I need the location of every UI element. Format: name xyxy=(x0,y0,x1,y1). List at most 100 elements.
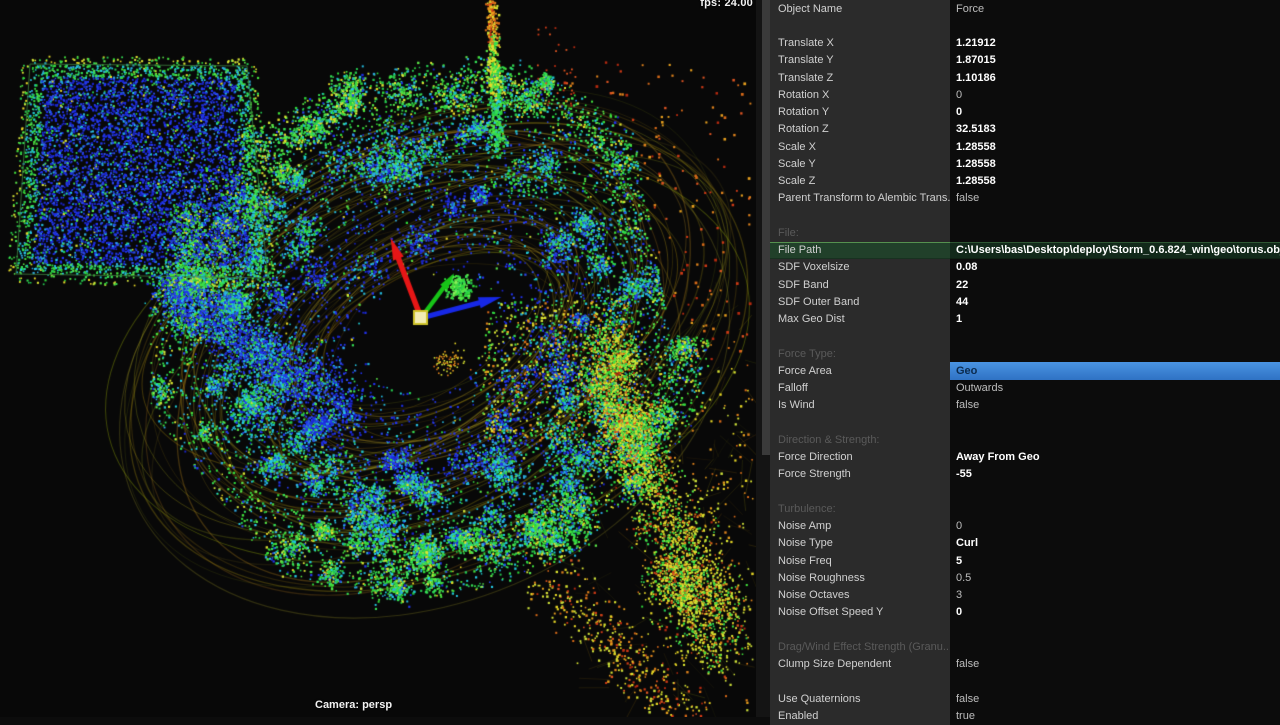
property-row: Scale X 1.28558 xyxy=(770,138,1280,155)
property-row: Rotation Z 32.5183 xyxy=(770,121,1280,138)
property-value[interactable]: -55 xyxy=(950,466,1280,483)
property-label: Noise Offset Speed Y xyxy=(770,604,950,621)
property-value[interactable]: 0 xyxy=(950,518,1280,535)
property-value[interactable]: 1.28558 xyxy=(950,138,1280,155)
property-label: Direction & Strength: xyxy=(770,431,950,448)
property-label: SDF Voxelsize xyxy=(770,259,950,276)
property-label: Falloff xyxy=(770,380,950,397)
property-label: Use Quaternions xyxy=(770,690,950,707)
property-row: Clump Size Dependent false xyxy=(770,656,1280,673)
property-value[interactable]: 22 xyxy=(950,276,1280,293)
property-row xyxy=(770,414,1280,431)
property-label: Force Type: xyxy=(770,345,950,362)
property-label: Rotation Y xyxy=(770,104,950,121)
property-label: Drag/Wind Effect Strength (Granu... xyxy=(770,638,950,655)
property-value[interactable]: 5 xyxy=(950,552,1280,569)
property-value[interactable]: false xyxy=(950,690,1280,707)
property-label: Object Name xyxy=(770,0,950,17)
property-value[interactable] xyxy=(950,500,1280,517)
property-label xyxy=(770,328,950,345)
property-row: Noise Type Curl xyxy=(770,535,1280,552)
property-label: Rotation X xyxy=(770,86,950,103)
property-value[interactable]: false xyxy=(950,190,1280,207)
property-label: Scale X xyxy=(770,138,950,155)
property-label: Noise Freq xyxy=(770,552,950,569)
property-row xyxy=(770,483,1280,500)
property-row: Rotation Y 0 xyxy=(770,104,1280,121)
property-row xyxy=(770,17,1280,34)
property-value[interactable]: false xyxy=(950,397,1280,414)
property-row: Turbulence: xyxy=(770,500,1280,517)
particle-simulation-canvas[interactable] xyxy=(0,0,756,717)
property-row: Force Strength -55 xyxy=(770,466,1280,483)
property-row: Scale Y 1.28558 xyxy=(770,155,1280,172)
property-value[interactable]: 0.5 xyxy=(950,569,1280,586)
property-value[interactable]: 44 xyxy=(950,293,1280,310)
property-value[interactable] xyxy=(950,17,1280,34)
property-value[interactable] xyxy=(950,328,1280,345)
property-value[interactable]: 1.87015 xyxy=(950,52,1280,69)
property-value[interactable] xyxy=(950,638,1280,655)
property-value[interactable]: Curl xyxy=(950,535,1280,552)
property-row: Translate Z 1.10186 xyxy=(770,69,1280,86)
property-value[interactable]: 1.28558 xyxy=(950,155,1280,172)
property-row: SDF Outer Band 44 xyxy=(770,293,1280,310)
property-value[interactable] xyxy=(950,483,1280,500)
property-row: Force Direction Away From Geo xyxy=(770,449,1280,466)
property-value[interactable]: 32.5183 xyxy=(950,121,1280,138)
property-row: Direction & Strength: xyxy=(770,431,1280,448)
3d-viewport[interactable]: fps: 24.00 Camera: persp xyxy=(0,0,756,717)
property-row xyxy=(770,328,1280,345)
property-row: Noise Roughness 0.5 xyxy=(770,569,1280,586)
property-value[interactable]: C:\Users\bas\Desktop\deploy\Storm_0.6.82… xyxy=(950,242,1280,259)
property-value[interactable]: Geo xyxy=(950,362,1280,379)
property-value[interactable] xyxy=(950,224,1280,241)
property-value[interactable]: 3 xyxy=(950,587,1280,604)
property-value[interactable] xyxy=(950,621,1280,638)
property-label xyxy=(770,207,950,224)
property-value[interactable] xyxy=(950,414,1280,431)
property-value[interactable]: 1 xyxy=(950,311,1280,328)
property-label: Noise Amp xyxy=(770,518,950,535)
property-value[interactable]: 0 xyxy=(950,604,1280,621)
property-row xyxy=(770,673,1280,690)
property-row: Noise Amp 0 xyxy=(770,518,1280,535)
property-label: Rotation Z xyxy=(770,121,950,138)
property-label: Scale Z xyxy=(770,173,950,190)
panel-scrollbar-thumb[interactable] xyxy=(762,0,770,455)
property-value[interactable] xyxy=(950,431,1280,448)
property-value[interactable] xyxy=(950,345,1280,362)
property-value[interactable]: true xyxy=(950,707,1280,724)
camera-label: Camera: persp xyxy=(315,699,392,711)
property-value[interactable]: Outwards xyxy=(950,380,1280,397)
property-value[interactable]: 0.08 xyxy=(950,259,1280,276)
property-row: Translate X 1.21912 xyxy=(770,35,1280,52)
property-value[interactable]: 0 xyxy=(950,104,1280,121)
property-label xyxy=(770,483,950,500)
property-value[interactable]: false xyxy=(950,656,1280,673)
property-label: Translate Y xyxy=(770,52,950,69)
property-value[interactable]: 1.28558 xyxy=(950,173,1280,190)
property-value[interactable] xyxy=(950,207,1280,224)
property-value[interactable]: Force xyxy=(950,0,1280,17)
property-label: Noise Type xyxy=(770,535,950,552)
property-label: File Path xyxy=(770,242,950,259)
property-label: Force Strength xyxy=(770,466,950,483)
property-label: Max Geo Dist xyxy=(770,311,950,328)
property-value[interactable] xyxy=(950,673,1280,690)
property-label xyxy=(770,621,950,638)
property-row: Noise Offset Speed Y 0 xyxy=(770,604,1280,621)
property-row: Enabled true xyxy=(770,707,1280,724)
property-label: Noise Roughness xyxy=(770,569,950,586)
property-value[interactable]: Away From Geo xyxy=(950,449,1280,466)
property-row: SDF Voxelsize 0.08 xyxy=(770,259,1280,276)
property-row: Object Name Force xyxy=(770,0,1280,17)
property-value[interactable]: 0 xyxy=(950,86,1280,103)
property-row: Drag/Wind Effect Strength (Granu... xyxy=(770,638,1280,655)
property-value[interactable]: 1.10186 xyxy=(950,69,1280,86)
property-label: SDF Band xyxy=(770,276,950,293)
property-row: Force Type: xyxy=(770,345,1280,362)
property-row: File Path C:\Users\bas\Desktop\deploy\St… xyxy=(770,242,1280,259)
panel-scrollbar-track xyxy=(756,0,770,717)
property-value[interactable]: 1.21912 xyxy=(950,35,1280,52)
